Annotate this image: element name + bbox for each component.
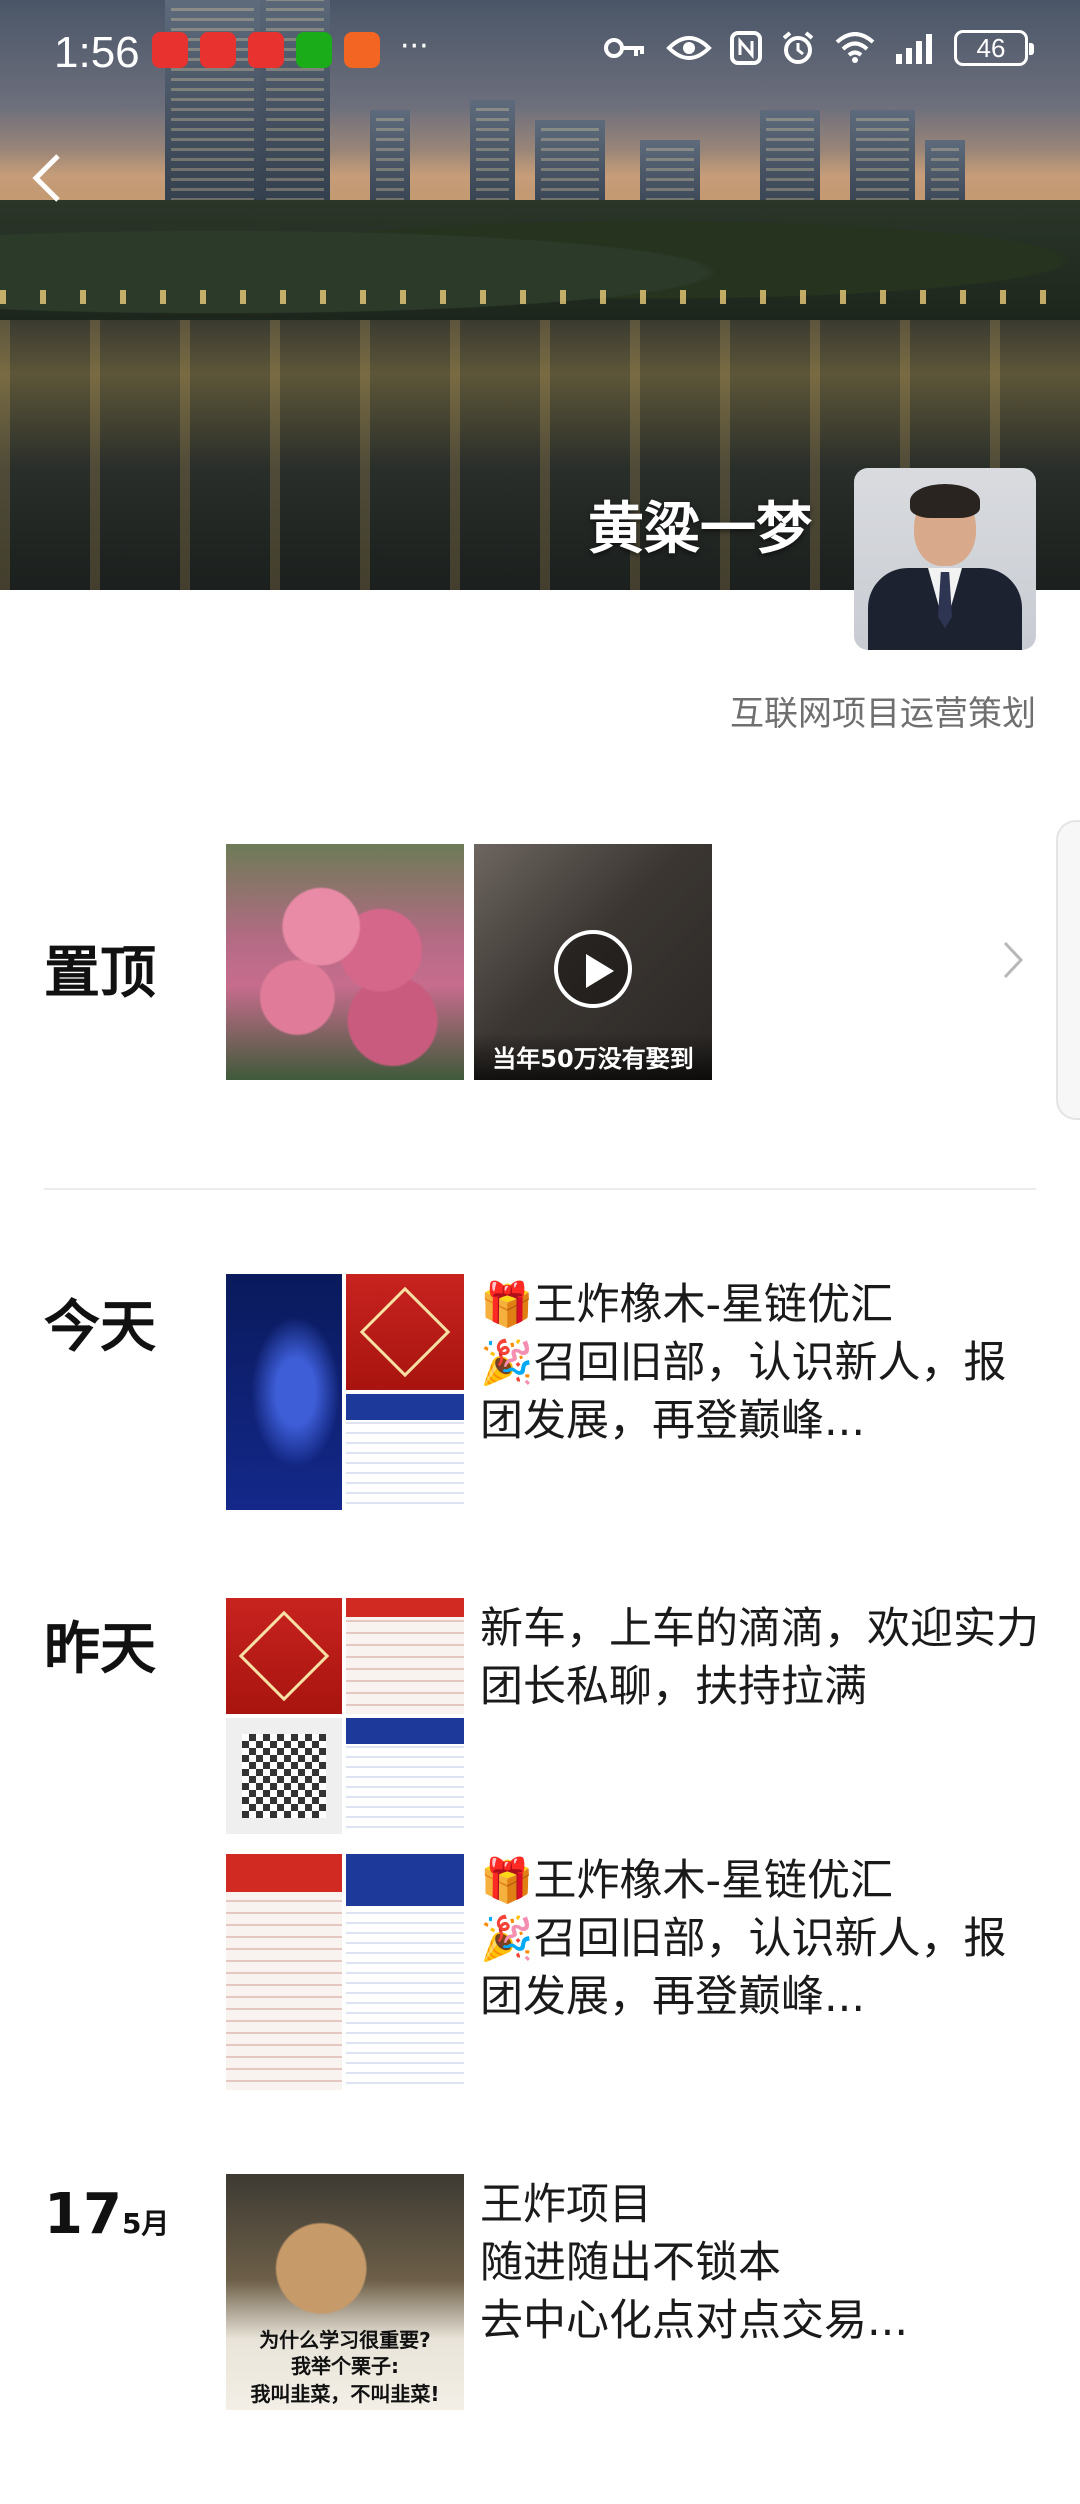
post-text: 王炸项目 随进随出不锁本 去中心化点对点交易... [480, 2176, 1040, 2350]
pinned-label: 置顶 [44, 941, 156, 1006]
more-notifications-icon: ··· [400, 29, 429, 64]
pinned-video-thumbnail[interactable]: 当年50万没有娶到 [474, 844, 712, 1080]
date-month: 5月 [121, 2207, 170, 2240]
date-label-17-may: 175月 [44, 2182, 169, 2247]
chevron-left-icon [32, 154, 60, 202]
battery-level: 46 [976, 32, 1006, 63]
battery-icon: 46 [954, 30, 1034, 66]
side-edge-handle[interactable] [1056, 820, 1080, 1120]
post-line: 🎁王炸橡木-星链优汇 [480, 1856, 894, 1906]
post-image [226, 1598, 342, 1714]
poster-badge-icon [359, 1286, 451, 1378]
notification-app-icon [200, 32, 236, 68]
post-image [346, 1394, 464, 1510]
post-line: 随进随出不锁本 [480, 2238, 781, 2288]
post-line: 新车，上车的滴滴，欢迎实力团长私聊，扶持拉满 [480, 1604, 1039, 1712]
status-indicators: 46 [604, 30, 1034, 66]
post-line: 去中心化点对点交易... [480, 2296, 909, 2346]
meme-caption: 我举个栗子: [291, 2354, 399, 2378]
post-text: 新车，上车的滴滴，欢迎实力团长私聊，扶持拉满 [480, 1600, 1040, 1716]
post-text: 🎁王炸橡木-星链优汇 🎉召回旧部，认识新人，报团发展，再登巅峰... [480, 1852, 1040, 2026]
cover-lights [0, 290, 1080, 304]
back-button[interactable] [30, 150, 80, 210]
meme-caption: 为什么学习很重要? [259, 2328, 431, 2352]
profile-name[interactable]: 黄粱一梦 [588, 484, 812, 565]
notification-icons: ··· [152, 32, 429, 68]
key-icon [604, 38, 644, 58]
qr-code-image [226, 1718, 342, 1834]
eye-icon [666, 36, 712, 60]
post-image [346, 1854, 464, 2090]
post-text: 🎁王炸橡木-星链优汇 🎉召回旧部，认识新人，报团发展，再登巅峰... [480, 1276, 1040, 1450]
notification-app-icon [248, 32, 284, 68]
wifi-icon [835, 32, 875, 63]
signal-icon [896, 34, 932, 64]
post-image: 为什么学习很重要? 我举个栗子: 我叫韭菜，不叫韭菜! [226, 2174, 464, 2410]
nfc-icon [730, 31, 762, 65]
alarm-icon [782, 31, 814, 64]
date-label-today: 今天 [44, 1295, 156, 1360]
pinned-more-button[interactable] [1002, 936, 1024, 992]
poster-badge-icon [238, 1610, 330, 1702]
post-line: 王炸项目 [480, 2180, 652, 2230]
avatar-hair [910, 484, 980, 518]
status-time: 1:56 [54, 28, 140, 77]
post-image [226, 1274, 342, 1510]
notification-app-icon [296, 32, 332, 68]
notification-app-icon [152, 32, 188, 68]
status-bar: 1:56 ··· 46 [0, 0, 1080, 100]
post-line: 🎁王炸橡木-星链优汇 [480, 1280, 894, 1330]
play-icon [554, 930, 632, 1008]
pinned-photo-thumbnail[interactable] [226, 844, 464, 1080]
post-image [346, 1718, 464, 1834]
post-line: 🎉召回旧部，认识新人，报团发展，再登巅峰... [480, 1338, 1007, 1446]
post-line: 🎉召回旧部，认识新人，报团发展，再登巅峰... [480, 1914, 1007, 2022]
divider [44, 1188, 1036, 1190]
post-image [346, 1598, 464, 1714]
avatar[interactable] [854, 468, 1036, 650]
date-label-yesterday: 昨天 [44, 1617, 156, 1682]
notification-app-icon [344, 32, 380, 68]
profile-signature: 互联网项目运营策划 [730, 694, 1036, 734]
video-caption: 当年50万没有娶到 [474, 1033, 712, 1080]
date-day: 17 [44, 2182, 122, 2247]
meme-caption: 我叫韭菜，不叫韭菜! [250, 2382, 440, 2406]
post-image [226, 1854, 342, 2090]
post-image [346, 1274, 464, 1390]
chevron-right-icon [1003, 941, 1024, 979]
